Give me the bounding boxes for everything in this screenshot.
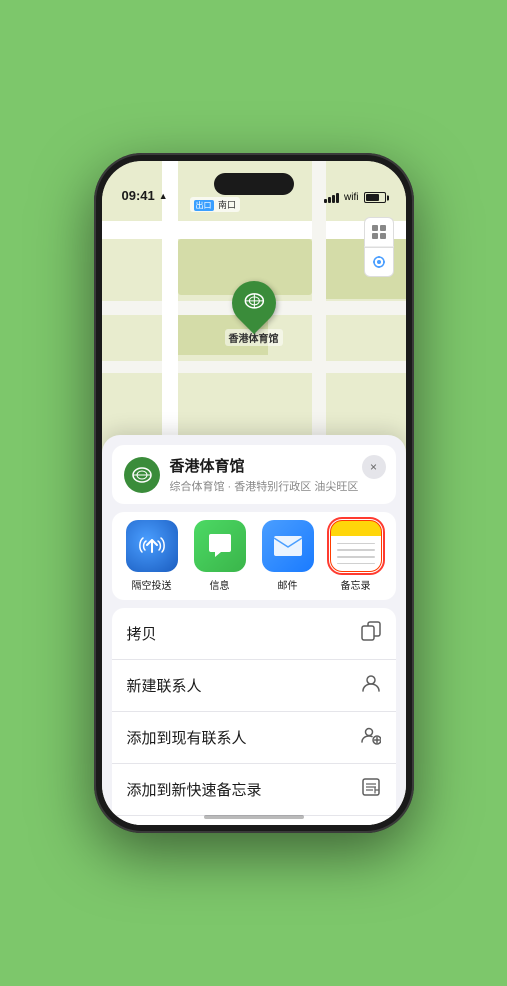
- venue-desc: 综合体育馆 · 香港特别行政区 油尖旺区: [170, 478, 384, 494]
- status-time: 09:41 ▲: [122, 188, 168, 203]
- location-arrow-icon: ▲: [159, 191, 168, 201]
- airdrop-label: 隔空投送: [132, 577, 172, 592]
- action-item-add-contact[interactable]: 添加到现有联系人: [112, 712, 396, 764]
- share-item-mail[interactable]: 邮件: [258, 520, 318, 592]
- location-button[interactable]: [364, 247, 394, 277]
- signal-bars-icon: [324, 193, 339, 203]
- action-list: 拷贝 新建联系人: [112, 608, 396, 825]
- action-label-quick-note: 添加到新快速备忘录: [127, 779, 262, 800]
- action-item-quick-note[interactable]: 添加到新快速备忘录: [112, 764, 396, 816]
- dynamic-island: [214, 173, 294, 195]
- action-label-add-contact: 添加到现有联系人: [127, 727, 247, 748]
- map-road: [102, 361, 406, 373]
- action-item-copy[interactable]: 拷贝: [112, 608, 396, 660]
- status-icons: wifi: [324, 192, 385, 203]
- share-item-airdrop[interactable]: 隔空投送: [122, 520, 182, 592]
- wifi-icon: wifi: [344, 192, 358, 203]
- map-road: [102, 221, 406, 239]
- map-type-button[interactable]: [364, 217, 394, 247]
- share-row: 隔空投送 信息: [112, 512, 396, 600]
- messages-icon: [194, 520, 246, 572]
- venue-name: 香港体育馆: [170, 455, 384, 476]
- map-controls: [364, 217, 394, 277]
- messages-label: 信息: [210, 577, 230, 592]
- add-contact-icon: [361, 725, 381, 750]
- venue-info: 香港体育馆 综合体育馆 · 香港特别行政区 油尖旺区: [170, 455, 384, 494]
- copy-icon: [361, 621, 381, 646]
- bottom-sheet: 香港体育馆 综合体育馆 · 香港特别行政区 油尖旺区 ×: [102, 435, 406, 825]
- share-item-notes[interactable]: 备忘录: [326, 520, 386, 592]
- share-item-more[interactable]: 推: [394, 520, 396, 592]
- notes-label: 备忘录: [341, 577, 371, 592]
- airdrop-icon: [126, 520, 178, 572]
- battery-icon: [364, 192, 386, 203]
- quick-note-icon: [361, 777, 381, 802]
- stadium-pin: [222, 272, 284, 334]
- home-indicator: [204, 815, 304, 819]
- action-label-new-contact: 新建联系人: [127, 675, 202, 696]
- mail-label: 邮件: [278, 577, 298, 592]
- phone-screen: 09:41 ▲ wifi: [102, 161, 406, 825]
- venue-icon: [124, 457, 160, 493]
- mail-icon: [262, 520, 314, 572]
- time-display: 09:41: [122, 188, 155, 203]
- venue-card: 香港体育馆 综合体育馆 · 香港特别行政区 油尖旺区 ×: [112, 445, 396, 504]
- action-label-copy: 拷贝: [127, 623, 157, 644]
- notes-icon: [330, 520, 382, 572]
- action-item-new-contact[interactable]: 新建联系人: [112, 660, 396, 712]
- new-contact-icon: [361, 673, 381, 698]
- phone-frame: 09:41 ▲ wifi: [94, 153, 414, 833]
- stadium-marker[interactable]: 香港体育馆: [225, 281, 283, 346]
- share-item-messages[interactable]: 信息: [190, 520, 250, 592]
- close-button[interactable]: ×: [362, 455, 386, 479]
